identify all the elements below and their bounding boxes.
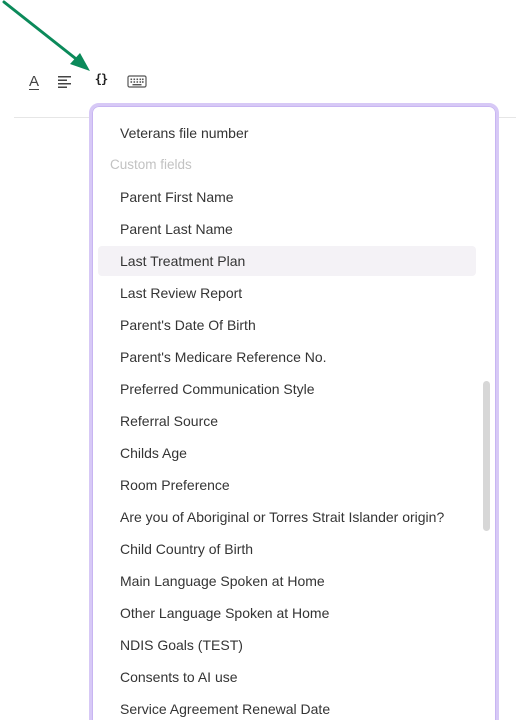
list-item[interactable]: Parent's Medicare Reference No. <box>98 342 476 372</box>
scrollbar-thumb[interactable] <box>483 381 490 531</box>
align-button[interactable] <box>56 71 74 91</box>
list-item[interactable]: Referral Source <box>98 406 476 436</box>
text-color-icon: A <box>28 72 39 90</box>
section-label-custom-fields: Custom fields <box>110 157 192 172</box>
variables-button[interactable]: {} <box>91 68 111 90</box>
list-item[interactable]: Are you of Aboriginal or Torres Strait I… <box>98 502 476 532</box>
list-item[interactable]: Main Language Spoken at Home <box>98 566 476 596</box>
list-item[interactable]: Parent First Name <box>98 182 476 212</box>
list-item[interactable]: Last Review Report <box>98 278 476 308</box>
list-item[interactable]: NDIS Goals (TEST) <box>98 630 476 660</box>
list-item[interactable]: Service Agreement Renewal Date <box>98 694 476 720</box>
list-item[interactable]: Child Country of Birth <box>98 534 476 564</box>
text-color-button[interactable]: A <box>24 70 44 92</box>
list-item[interactable]: Room Preference <box>98 470 476 500</box>
list-item[interactable]: Veterans file number <box>98 118 476 148</box>
keyboard-icon <box>127 74 147 88</box>
list-item-highlighted[interactable]: Last Treatment Plan <box>98 246 476 276</box>
keyboard-button[interactable] <box>126 72 148 90</box>
editor-screen: A {} Veterans file number Custom fields … <box>0 0 516 720</box>
list-item[interactable]: Preferred Communication Style <box>98 374 476 404</box>
align-left-icon <box>58 76 71 88</box>
list-item[interactable]: Childs Age <box>98 438 476 468</box>
variables-dropdown[interactable]: Veterans file number Custom fields Paren… <box>89 103 499 720</box>
list-item[interactable]: Consents to AI use <box>98 662 476 692</box>
list-item[interactable]: Other Language Spoken at Home <box>98 598 476 628</box>
list-item[interactable]: Parent Last Name <box>98 214 476 244</box>
list-item[interactable]: Parent's Date Of Birth <box>98 310 476 340</box>
variables-icon: {} <box>94 72 108 86</box>
